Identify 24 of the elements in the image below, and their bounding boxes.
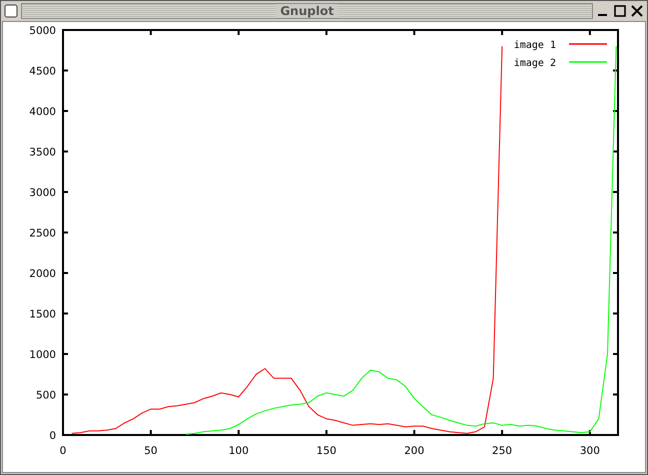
x-tick-label: 300	[580, 445, 600, 457]
y-tick-label: 500	[36, 390, 56, 402]
window-icon[interactable]	[4, 4, 18, 18]
close-button[interactable]	[630, 4, 644, 18]
y-tick-label: 3500	[29, 146, 56, 158]
x-tick-label: 0	[60, 445, 66, 457]
y-tick-label: 2500	[29, 228, 56, 240]
window-title: Gnuplot	[276, 4, 338, 18]
x-tick-label: 250	[492, 445, 512, 457]
y-tick-label: 2000	[29, 268, 56, 280]
y-tick-label: 0	[49, 430, 56, 442]
y-tick-label: 3000	[29, 187, 56, 199]
x-tick-label: 100	[228, 445, 249, 457]
x-tick-label: 50	[144, 445, 158, 457]
y-tick-label: 1500	[29, 308, 56, 320]
legend-label: image 2	[514, 58, 556, 69]
x-tick-label: 200	[404, 445, 424, 457]
y-tick-label: 1000	[29, 349, 56, 361]
y-tick-label: 5000	[29, 25, 56, 37]
legend-label: image 1	[514, 40, 556, 51]
maximize-button[interactable]	[613, 4, 627, 18]
y-tick-label: 4500	[29, 66, 56, 78]
y-tick-label: 4000	[29, 106, 56, 118]
x-tick-label: 150	[316, 445, 336, 457]
